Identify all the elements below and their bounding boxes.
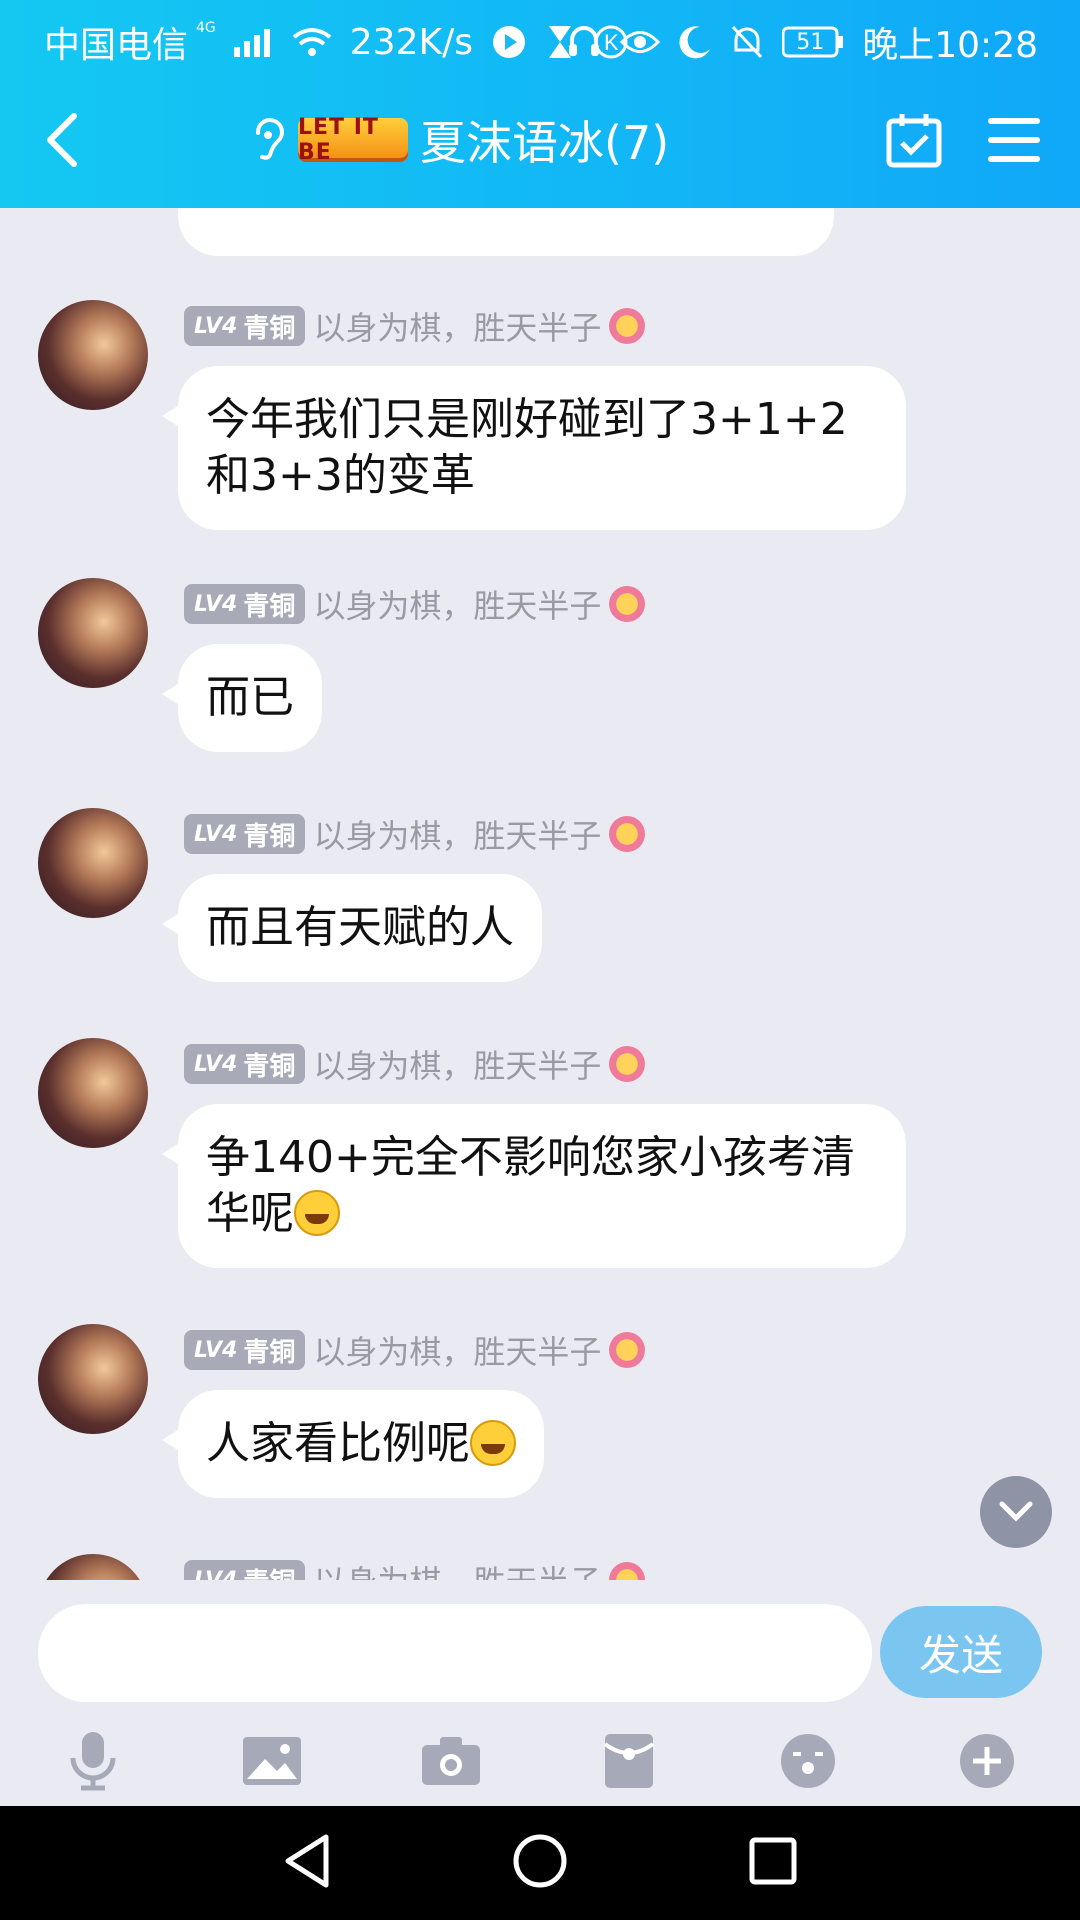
image-icon[interactable] (241, 1730, 303, 1792)
network-label: 4G (196, 20, 216, 36)
avatar[interactable] (38, 578, 148, 688)
status-bar: 中国电信 4G 232K/s K 51 晚上10:28 (0, 0, 1080, 76)
plus-icon[interactable] (956, 1730, 1018, 1792)
menu-icon[interactable] (988, 116, 1040, 168)
level-badge: LV4青铜 (184, 584, 306, 624)
ear-icon (250, 115, 286, 165)
chat-title: 夏沫语冰(7) (420, 116, 670, 170)
chat-title-group[interactable]: LET IT BE 夏沫语冰(7) (250, 108, 669, 172)
message-bubble[interactable]: 而且有天赋的人 (162, 874, 542, 982)
mute-bell-icon (730, 24, 764, 60)
flower-badge-icon (609, 586, 646, 622)
message-bubble[interactable]: 人家看比例呢 (162, 1390, 544, 1498)
grin-emoji-icon (470, 1420, 516, 1466)
message-bubble[interactable]: 争140+完全不影响您家小孩考清 华呢 (162, 1104, 906, 1268)
signal-icon (233, 27, 274, 57)
sender-name: 以身为棋，胜天半子 (313, 1557, 601, 1580)
recents-square-icon[interactable] (748, 1836, 798, 1890)
chat-list[interactable]: LV4 青铜 以身为棋，胜天半子 今年我们只是刚好碰到了3+1+2 和3+3的变革… (0, 208, 1080, 1580)
play-icon (491, 24, 527, 60)
camera-icon[interactable] (420, 1730, 482, 1792)
message-bubble[interactable]: 今年我们只是刚好碰到了3+1+2 和3+3的变革 (162, 366, 906, 530)
calendar-check-icon[interactable] (886, 112, 942, 172)
eye-icon (620, 27, 661, 57)
send-button[interactable]: 发送 (880, 1606, 1042, 1698)
sender-name: 以身为棋，胜天半子 (313, 1047, 602, 1085)
avatar[interactable] (38, 1324, 148, 1434)
back-button[interactable] (40, 110, 90, 170)
grin-emoji-icon (294, 1190, 340, 1236)
headphones-icon (566, 24, 602, 60)
sender-name: 以身为棋，胜天半子 (313, 817, 602, 855)
home-circle-icon[interactable] (512, 1833, 568, 1893)
sender-name: 以身为棋，胜天半子 (313, 1333, 602, 1371)
input-toolbar (0, 1730, 1080, 1800)
message-text: 人家看比例呢 (206, 1418, 470, 1469)
group-logo: LET IT BE (298, 115, 408, 165)
flower-badge-icon (609, 1562, 646, 1580)
level-badge: LV4青铜 (184, 306, 306, 346)
speed-label: 232K/s (349, 21, 473, 63)
level-badge: LV4青铜 (184, 1560, 306, 1580)
back-arrow-icon (47, 113, 77, 167)
battery-icon: 51 (782, 25, 844, 59)
battery-level: 51 (796, 30, 825, 55)
scroll-down-button[interactable] (980, 1476, 1052, 1548)
input-bar: 发送 (0, 1580, 1080, 1806)
back-triangle-icon[interactable] (282, 1833, 332, 1893)
chevron-down-icon (999, 1501, 1033, 1522)
flower-badge-icon (609, 308, 646, 344)
level-badge: LV4青铜 (184, 814, 306, 854)
level-badge: LV4青铜 (184, 1044, 306, 1084)
avatar[interactable] (38, 300, 148, 410)
message-bubble[interactable]: 而已 (162, 644, 322, 752)
level-badge: LV4青铜 (184, 1330, 306, 1370)
wifi-icon (292, 27, 332, 57)
sender-name: 以身为棋，胜天半子 (313, 309, 602, 347)
red-packet-icon[interactable] (598, 1730, 660, 1792)
moon-icon (678, 25, 712, 59)
avatar[interactable] (38, 1038, 148, 1148)
top-bar: 中国电信 4G 232K/s K 51 晚上10:28 LET IT BE 夏沫… (0, 0, 1080, 208)
microphone-icon[interactable] (62, 1730, 124, 1792)
sender-name: 以身为棋，胜天半子 (313, 587, 602, 625)
carrier-label: 中国电信 (44, 25, 189, 66)
emoji-icon[interactable] (777, 1730, 839, 1792)
flower-badge-icon (609, 1046, 646, 1082)
system-nav-bar (0, 1806, 1080, 1920)
avatar[interactable] (38, 1554, 148, 1580)
flower-badge-icon (609, 1332, 646, 1368)
nav-bar: LET IT BE 夏沫语冰(7) (0, 90, 1080, 190)
time-label: 晚上10:28 (862, 25, 1038, 66)
message-input[interactable] (38, 1604, 872, 1702)
avatar[interactable] (38, 808, 148, 918)
flower-badge-icon (609, 816, 646, 852)
message-bubble-partial[interactable] (162, 208, 834, 256)
